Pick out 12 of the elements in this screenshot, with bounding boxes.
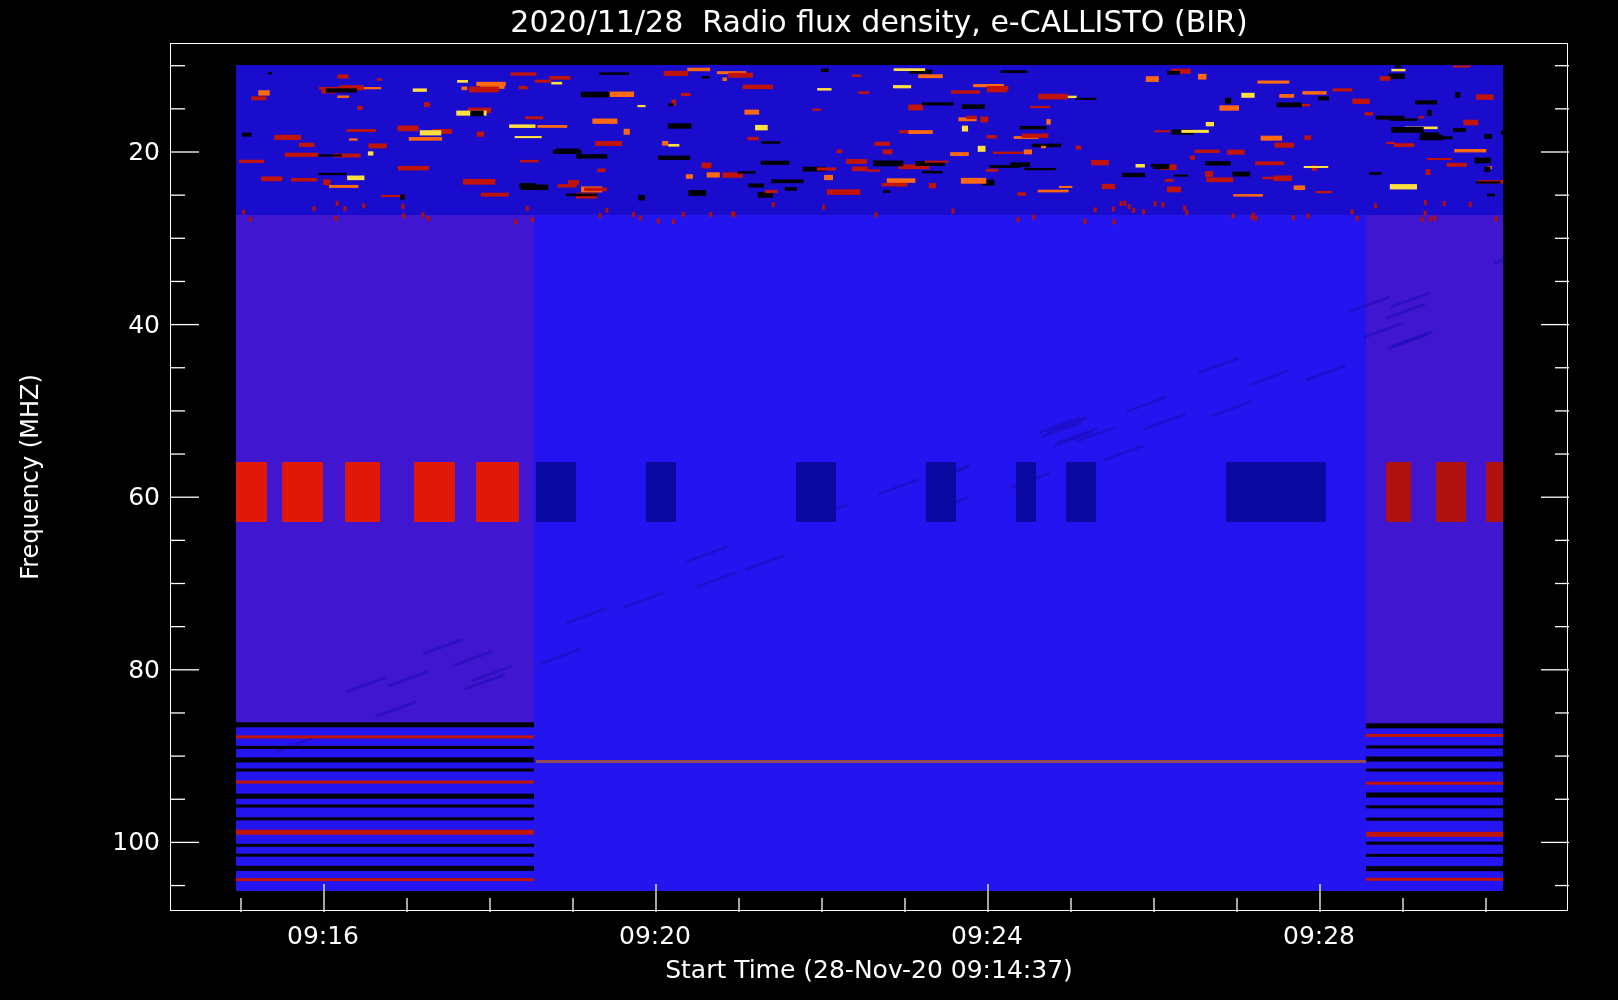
y-tick-label: 40 — [128, 311, 160, 337]
x-tick-label: 09:20 — [619, 923, 691, 948]
x-axis-label: Start Time (28-Nov-20 09:14:37) — [665, 957, 1073, 982]
x-tick-label: 09:16 — [287, 923, 359, 948]
y-axis-label: Frequency (MHZ) — [16, 374, 44, 580]
x-tick-label: 09:24 — [951, 923, 1023, 948]
chart-title: 2020/11/28 Radio flux density, e-CALLISTO (BIR) — [510, 6, 1248, 37]
y-tick-label: 80 — [128, 656, 160, 682]
y-tick-label: 60 — [128, 483, 160, 509]
y-tick-label: 20 — [128, 138, 160, 164]
y-tick-label: 100 — [112, 828, 160, 854]
x-tick-label: 09:28 — [1283, 923, 1355, 948]
